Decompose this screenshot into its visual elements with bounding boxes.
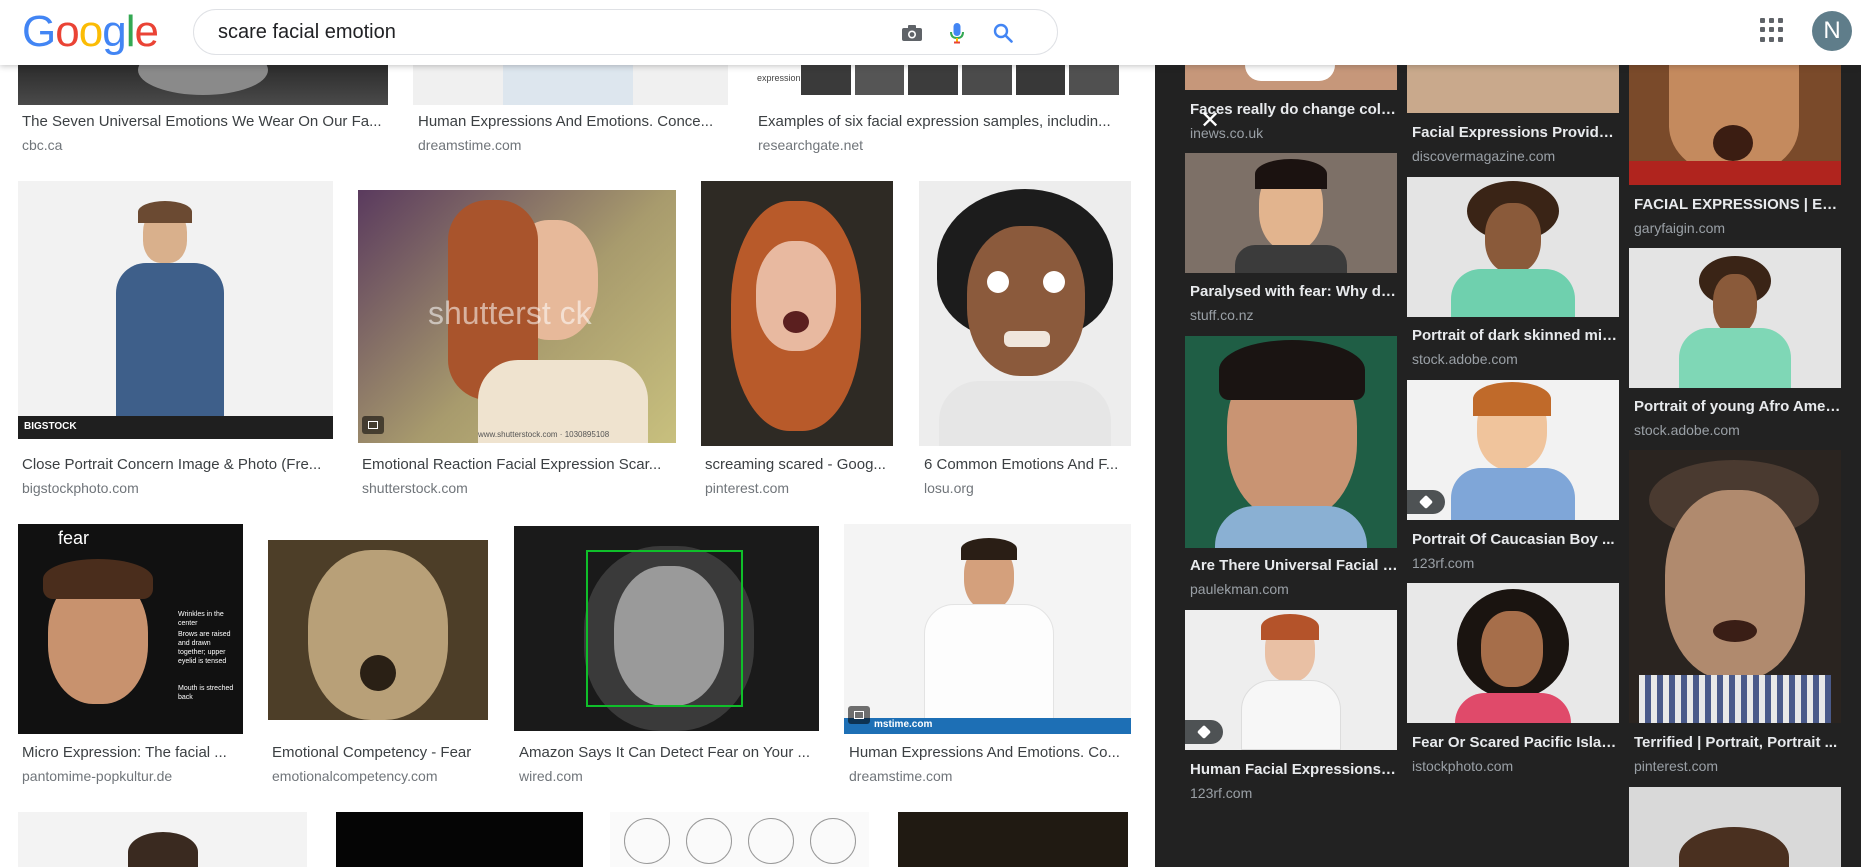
related-source[interactable]: paulekman.com xyxy=(1190,581,1289,597)
related-source[interactable]: stuff.co.nz xyxy=(1190,307,1254,323)
result-image[interactable] xyxy=(898,812,1128,867)
related-title[interactable]: Paralysed with fear: Why do... xyxy=(1190,283,1398,300)
image-label: fear xyxy=(58,528,90,548)
google-logo[interactable]: Google xyxy=(22,7,159,56)
result-image[interactable]: expression xyxy=(753,65,1121,97)
product-tag-icon xyxy=(1185,720,1223,744)
related-source[interactable]: discovermagazine.com xyxy=(1412,148,1555,164)
related-source[interactable]: pinterest.com xyxy=(1634,758,1718,774)
result-title[interactable]: Amazon Says It Can Detect Fear on Your .… xyxy=(519,744,819,761)
watermark-text: shutterst ck xyxy=(428,295,592,331)
related-image[interactable] xyxy=(1629,65,1841,185)
result-image[interactable] xyxy=(268,540,488,720)
related-image[interactable] xyxy=(1629,248,1841,388)
related-title[interactable]: Fear Or Scared Pacific Islan... xyxy=(1412,734,1620,751)
logo-letter: o xyxy=(55,7,80,56)
related-source[interactable]: 123rf.com xyxy=(1190,785,1252,801)
related-image[interactable] xyxy=(1407,583,1619,723)
logo-letter: o xyxy=(78,7,104,56)
logo-letter: g xyxy=(102,7,127,56)
result-image[interactable] xyxy=(514,526,819,731)
result-title[interactable]: Emotional Reaction Facial Expression Sca… xyxy=(362,456,672,473)
related-source[interactable]: 123rf.com xyxy=(1412,555,1474,571)
result-image[interactable] xyxy=(701,181,893,446)
logo-letter: G xyxy=(22,7,56,56)
watermark-url: www.shutterstock.com · 1030895108 xyxy=(478,430,610,439)
related-title[interactable]: Portrait Of Caucasian Boy ... xyxy=(1412,531,1620,548)
result-image[interactable]: mstime.com xyxy=(844,524,1131,734)
result-title[interactable]: Examples of six facial expression sample… xyxy=(758,113,1130,130)
related-source[interactable]: stock.adobe.com xyxy=(1634,422,1740,438)
close-icon[interactable]: ✕ xyxy=(1198,109,1222,133)
result-title[interactable]: 6 Common Emotions And F... xyxy=(924,456,1129,473)
related-image[interactable] xyxy=(1185,336,1397,548)
annotation-text: Wrinkles in the center xyxy=(178,611,224,627)
result-image[interactable] xyxy=(413,65,728,105)
result-source[interactable]: pantomime-popkultur.de xyxy=(22,768,172,784)
product-tag-icon xyxy=(1407,490,1445,514)
annotation-text: Mouth is streched back xyxy=(178,685,234,701)
related-image[interactable] xyxy=(1185,153,1397,273)
related-title[interactable]: Facial Expressions Provide ... xyxy=(1412,124,1620,141)
result-source[interactable]: researchgate.net xyxy=(758,137,863,153)
related-title[interactable]: Portrait of dark skinned mix... xyxy=(1412,327,1620,344)
result-source[interactable]: pinterest.com xyxy=(705,480,789,496)
apps-grid-icon[interactable] xyxy=(1760,18,1784,42)
annotation-text: Brows are raised and drawn together; upp… xyxy=(178,631,231,665)
image-badge-icon xyxy=(362,416,384,434)
related-image[interactable] xyxy=(1407,177,1619,317)
result-source[interactable]: emotionalcompetency.com xyxy=(272,768,437,784)
result-title[interactable]: Close Portrait Concern Image & Photo (Fr… xyxy=(22,456,332,473)
related-title[interactable]: Portrait of young Afro Amer... xyxy=(1634,398,1842,415)
watermark-text: BIGSTOCK xyxy=(24,421,77,432)
result-title[interactable]: The Seven Universal Emotions We Wear On … xyxy=(22,113,392,130)
result-title[interactable]: screaming scared - Goog... xyxy=(705,456,890,473)
watermark-text: mstime.com xyxy=(874,719,933,730)
result-image[interactable]: shutterst ck www.shutterstock.com · 1030… xyxy=(358,190,676,443)
result-image[interactable]: BIGSTOCK xyxy=(18,181,333,439)
related-source[interactable]: istockphoto.com xyxy=(1412,758,1513,774)
search-input[interactable] xyxy=(218,18,898,46)
image-preview-panel: Faces really do change colo... inews.co.… xyxy=(1155,65,1861,867)
related-title[interactable]: FACIAL EXPRESSIONS | Extr... xyxy=(1634,196,1842,213)
search-icon[interactable] xyxy=(990,20,1016,46)
mic-icon[interactable] xyxy=(944,20,970,46)
related-image[interactable] xyxy=(1629,787,1841,867)
result-source[interactable]: bigstockphoto.com xyxy=(22,480,139,496)
image-caption-text: expression xyxy=(757,73,801,83)
result-image[interactable] xyxy=(336,812,583,867)
result-image[interactable] xyxy=(919,181,1131,446)
related-source[interactable]: stock.adobe.com xyxy=(1412,351,1518,367)
camera-icon[interactable] xyxy=(899,20,925,46)
result-title[interactable]: Human Expressions And Emotions. Co... xyxy=(849,744,1131,761)
result-title[interactable]: Human Expressions And Emotions. Conce... xyxy=(418,113,728,130)
result-source[interactable]: dreamstime.com xyxy=(418,137,521,153)
related-source[interactable]: garyfaigin.com xyxy=(1634,220,1725,236)
related-image[interactable] xyxy=(1407,65,1619,113)
result-title[interactable]: Emotional Competency - Fear xyxy=(272,744,492,761)
image-badge-icon xyxy=(848,706,870,724)
result-source[interactable]: losu.org xyxy=(924,480,974,496)
avatar[interactable]: N xyxy=(1812,11,1852,51)
result-source[interactable]: cbc.ca xyxy=(22,137,62,153)
related-title[interactable]: Are There Universal Facial E... xyxy=(1190,557,1398,574)
result-image[interactable]: fear Wrinkles in the center Brows are ra… xyxy=(18,524,243,734)
result-image[interactable] xyxy=(18,812,307,867)
result-title[interactable]: Micro Expression: The facial ... xyxy=(22,744,237,761)
logo-letter: l xyxy=(125,7,136,56)
related-image[interactable] xyxy=(1185,65,1397,90)
result-image[interactable] xyxy=(610,812,869,867)
top-bar: Google N xyxy=(0,0,1861,65)
result-source[interactable]: shutterstock.com xyxy=(362,480,468,496)
result-source[interactable]: wired.com xyxy=(519,768,583,784)
related-image[interactable] xyxy=(1629,450,1841,723)
logo-letter: e xyxy=(134,7,159,56)
result-source[interactable]: dreamstime.com xyxy=(849,768,952,784)
related-title[interactable]: Human Facial Expressions, ... xyxy=(1190,761,1398,778)
result-image[interactable] xyxy=(18,65,388,105)
search-box xyxy=(193,9,1058,55)
related-title[interactable]: Terrified | Portrait, Portrait ... xyxy=(1634,734,1842,751)
